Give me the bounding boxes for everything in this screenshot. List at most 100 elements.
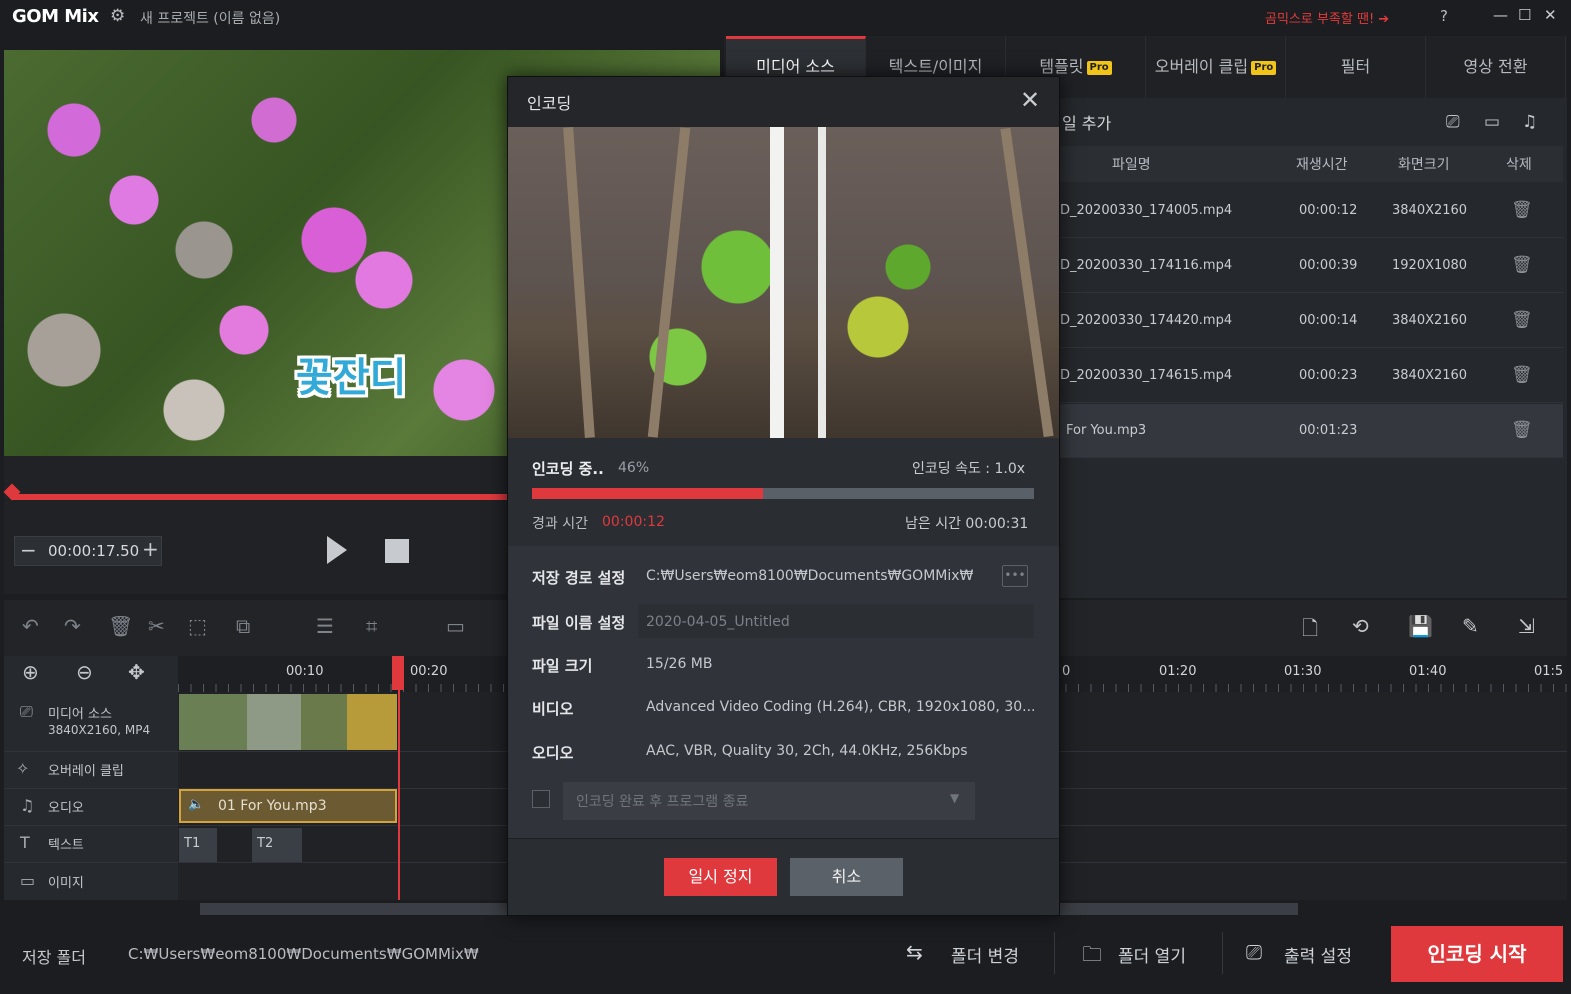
dialog-footer [508,838,1059,915]
encoding-status: 인코딩 중.. [532,460,604,478]
pause-button[interactable]: 일시 정지 [664,858,777,896]
track-sublabel: 3840X2160, MP4 [48,723,151,737]
track-label: 미디어 소스 [48,707,112,722]
row-filename: D_20200330_174116.mp4 [1060,258,1233,273]
filename-input[interactable] [646,612,1026,632]
row-duration: 00:00:39 [1299,258,1358,273]
select-range-icon[interactable]: ⬚ [188,614,207,638]
split-icon[interactable]: ⧉ [236,614,250,638]
tab-label: 템플릿 [1039,57,1084,76]
dialog-title: 인코딩 [527,94,572,113]
col-filename[interactable]: 파일명 [1112,154,1151,174]
fit-icon[interactable]: ✥ [128,660,145,684]
row-duration: 00:00:23 [1299,368,1358,383]
row-duration: 00:01:23 [1299,423,1358,438]
trash-icon[interactable]: 🗑 [1511,200,1533,220]
tab-label: 오버레이 클립 [1154,57,1249,76]
zoom-in-icon[interactable]: ⊕ [22,660,39,684]
video-clip-thumbnails[interactable] [179,694,397,750]
change-folder-button[interactable]: 폴더 변경 [951,942,1019,967]
progress-fill [532,488,763,499]
zoom-out-icon[interactable]: ⊖ [76,660,93,684]
text-clip[interactable]: T1 [179,828,217,862]
add-file-button[interactable]: 일 추가 [1062,110,1111,134]
time-plus-button[interactable]: + [142,537,159,561]
output-settings-icon[interactable]: ⎚ [1246,940,1262,964]
play-icon[interactable] [327,536,347,564]
add-video-icon[interactable]: ⎚ [1446,112,1460,132]
video-label: 비디오 [532,700,574,718]
crop-icon[interactable]: ⌗ [366,614,377,638]
close-button[interactable]: ✕ [1544,6,1557,24]
help-button[interactable]: ? [1440,7,1448,25]
open-project-icon[interactable]: ⟲ [1352,614,1369,638]
tab-label: 필터 [1340,57,1371,76]
minimize-button[interactable]: — [1493,6,1508,24]
adjust-icon[interactable]: ☰ [316,614,334,638]
after-encoding-option: 인코딩 완료 후 프로그램 종료 [576,794,749,810]
redo-icon[interactable]: ↷ [64,614,81,638]
tab-label: 텍스트/이미지 [888,57,983,76]
edit-project-icon[interactable]: ✎ [1462,614,1479,638]
promo-link[interactable]: 곰믹스로 부족할 땐! ➔ [1265,8,1389,27]
save-folder-label: 저장 폴더 [22,948,86,967]
playhead-handle[interactable] [392,656,404,690]
text-clip[interactable]: T2 [252,828,302,862]
remaining-time: 남은 시간 00:00:31 [905,516,1029,532]
col-delete: 삭제 [1506,157,1532,173]
playhead[interactable] [398,656,400,902]
tab-label: 영상 전환 [1463,57,1528,76]
output-settings-button[interactable]: 출력 설정 [1284,942,1352,967]
tab-filter[interactable]: 필터 [1286,36,1426,98]
stop-icon[interactable] [385,539,409,563]
add-audio-icon[interactable]: ♫ [1522,112,1537,132]
folder-change-icon[interactable]: ⇆ [906,940,923,964]
audio-clip-label: 01 For You.mp3 [218,798,327,814]
new-project-icon[interactable]: 🗋 [1302,614,1318,648]
divider [1054,932,1055,974]
app-logo: GOM Mix [12,6,99,27]
elapsed-value: 00:00:12 [602,514,665,530]
row-filename: For You.mp3 [1066,423,1147,438]
save-path-label: 저장 경로 설정 [532,569,626,587]
trash-icon[interactable]: 🗑 [1511,365,1533,385]
col-resolution[interactable]: 화면크기 [1398,154,1450,174]
browse-folder-button[interactable]: ••• [1002,565,1028,587]
col-duration[interactable]: 재생시간 [1296,154,1348,174]
row-filename: D_20200330_174615.mp4 [1060,368,1233,383]
trash-icon[interactable]: 🗑 [1511,420,1533,440]
export-project-icon[interactable]: ⇲ [1518,614,1535,638]
image-icon[interactable]: ▭ [446,614,465,638]
delete-icon[interactable]: 🗑 [108,614,133,638]
cancel-button[interactable]: 취소 [790,858,903,896]
save-folder-path: C:₩Users₩eom8100₩Documents₩GOMMix₩ [128,945,479,963]
row-resolution: 1920X1080 [1392,258,1468,273]
exit-after-checkbox[interactable] [532,790,550,808]
row-duration: 00:00:14 [1299,313,1358,328]
elapsed-label: 경과 시간 [532,516,588,532]
add-image-icon[interactable]: ▭ [1484,112,1500,132]
time-minus-button[interactable]: − [20,538,37,562]
close-icon[interactable]: ✕ [1020,86,1040,114]
cut-icon[interactable]: ✂ [148,614,165,638]
start-encoding-button[interactable]: 인코딩 시작 [1391,926,1563,982]
track-label: 이미지 [48,876,84,891]
save-project-icon[interactable]: 💾 [1408,614,1433,638]
gear-icon[interactable]: ⚙ [110,6,125,26]
trash-icon[interactable]: 🗑 [1511,255,1533,275]
open-folder-button[interactable]: 폴더 열기 [1118,942,1186,967]
tab-transition[interactable]: 영상 전환 [1426,36,1566,98]
timecode-value[interactable]: 00:00:17.50 [48,542,139,560]
text-icon: T [20,833,30,852]
ruler-tick: 00:20 [410,664,448,679]
folder-icon[interactable]: 🗀 [1082,940,1102,974]
tab-overlay-clip[interactable]: 오버레이 클립 Pro [1146,36,1286,98]
ruler-tick: 01:40 [1409,664,1447,679]
audio-label: 오디오 [532,744,574,762]
maximize-button[interactable]: ☐ [1518,6,1531,24]
trash-icon[interactable]: 🗑 [1511,310,1533,330]
row-resolution: 3840X2160 [1392,368,1468,383]
image-track-icon: ▭ [20,871,36,890]
undo-icon[interactable]: ↶ [22,614,39,638]
filename-label: 파일 이름 설정 [532,614,626,632]
